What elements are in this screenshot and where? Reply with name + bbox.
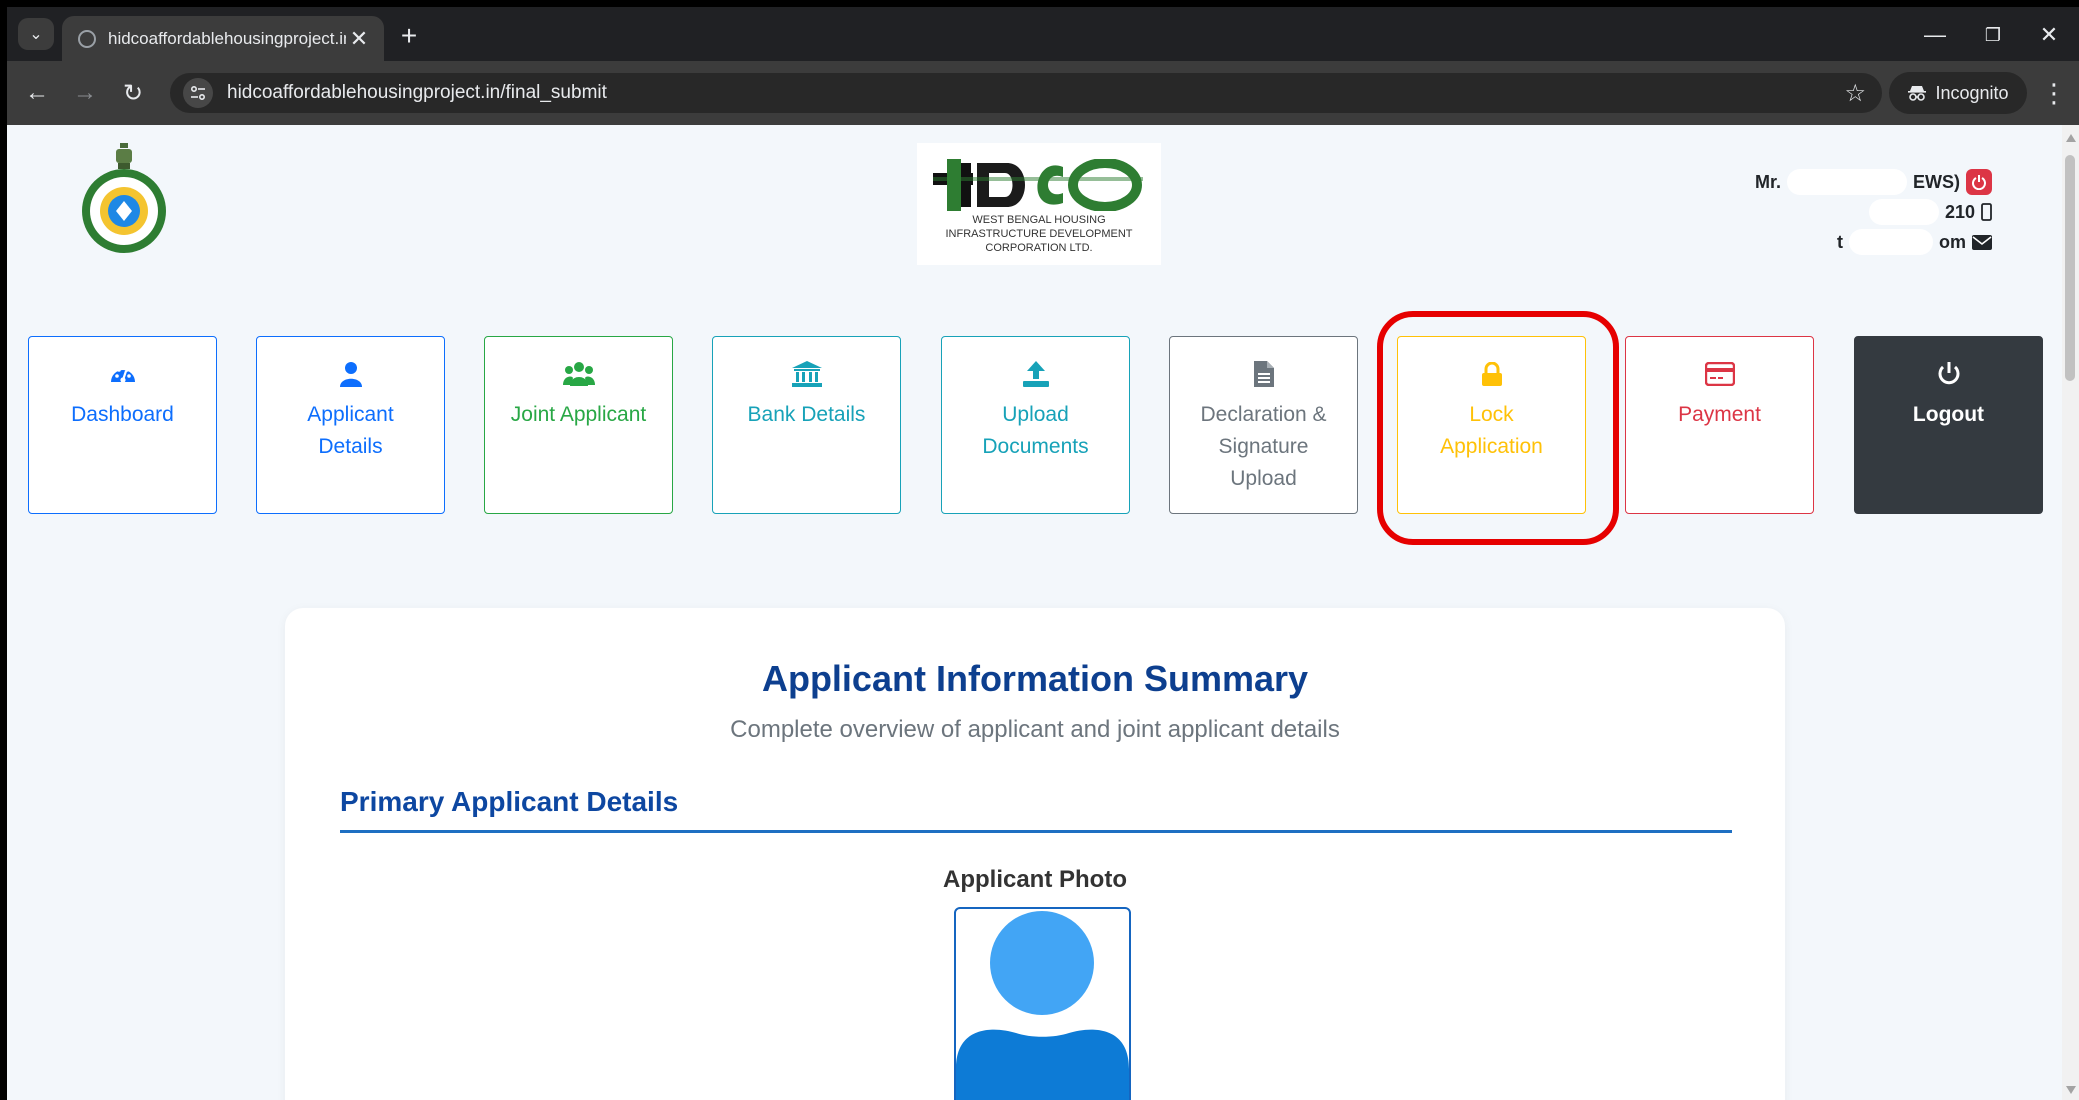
nav-card-label: Payment (1678, 403, 1761, 426)
tab-strip: ⌄ hidcoaffordablehousingproject.in ✕ + —… (7, 7, 2079, 61)
user-email-suffix: om (1939, 232, 1966, 252)
tab-search-button[interactable]: ⌄ (18, 18, 54, 50)
redacted-name (1787, 169, 1907, 195)
address-bar[interactable]: hidcoaffordablehousingproject.in/final_s… (170, 73, 1882, 113)
user-name-line: Mr. EWS) (1755, 167, 1992, 197)
applicant-photo (954, 907, 1131, 1100)
photo-label: Applicant Photo (943, 866, 1127, 893)
browser-menu-button[interactable]: ⋮ (2039, 75, 2069, 111)
redacted-email (1849, 229, 1933, 255)
user-icon (334, 357, 368, 391)
browser-toolbar: ← → ↻ hidcoaffordablehousingproject.in/f… (7, 61, 2079, 125)
nav-card-bank-details[interactable]: Bank Details (712, 336, 901, 514)
users-icon (562, 357, 596, 391)
user-email-prefix: t (1837, 232, 1843, 252)
restore-button[interactable]: ❐ (1973, 19, 2013, 51)
hidco-subtitle-line-2: INFRASTRUCTURE DEVELOPMENT (945, 228, 1133, 240)
nav-card-upload-documents[interactable]: Upload Documents (941, 336, 1130, 514)
nav-card-label: Lock Application (1440, 403, 1543, 458)
nav-card-lock-application[interactable]: Lock Application (1397, 336, 1586, 514)
summary-card: Applicant Information Summary Complete o… (285, 608, 1785, 1100)
globe-icon (78, 29, 96, 48)
user-name-prefix: Mr. (1754, 172, 1781, 192)
nav-card-declaration-signature[interactable]: Declaration & Signature Upload (1169, 336, 1358, 514)
nav-card-label: Applicant Details (307, 403, 394, 458)
incognito-badge[interactable]: Incognito (1889, 72, 2027, 114)
close-window-button[interactable]: ✕ (2029, 19, 2069, 51)
forward-button[interactable]: → (67, 75, 103, 111)
nav-card-label: Dashboard (71, 403, 174, 426)
nav-card-label: Declaration & Signature Upload (1200, 403, 1327, 490)
hidco-wordmark (933, 159, 1143, 211)
browser-tab[interactable]: hidcoaffordablehousingproject.in ✕ (62, 16, 384, 61)
nav-card-dashboard[interactable]: Dashboard (28, 336, 217, 514)
file-icon (1247, 357, 1281, 391)
browser-window: ⌄ hidcoaffordablehousingproject.in ✕ + —… (7, 7, 2079, 1100)
incognito-label: Incognito (1935, 82, 2009, 103)
hidco-subtitle-line-3: CORPORATION LTD. (985, 242, 1093, 254)
west-bengal-emblem-logo (82, 143, 166, 253)
page-subtitle: Complete overview of applicant and joint… (730, 716, 1340, 743)
nav-card-logout[interactable]: Logout (1854, 336, 2043, 514)
bookmark-star-icon[interactable]: ☆ (1844, 79, 1866, 108)
hidco-logo: WEST BENGAL HOUSING INFRASTRUCTURE DEVEL… (917, 143, 1161, 265)
lock-icon (1475, 357, 1509, 391)
dashboard-icon (106, 357, 140, 391)
minimize-button[interactable]: — (1915, 19, 1955, 51)
user-phone-suffix: 210 (1944, 202, 1975, 222)
envelope-icon (1972, 234, 1992, 250)
tab-title: hidcoaffordablehousingproject.in (108, 28, 346, 48)
page-viewport: WEST BENGAL HOUSING INFRASTRUCTURE DEVEL… (7, 125, 2062, 1100)
page-title: Applicant Information Summary (761, 658, 1309, 699)
scroll-down-arrow-icon[interactable] (2066, 1086, 2076, 1094)
user-email-line: t om (1755, 227, 1992, 257)
nav-card-label: Bank Details (747, 403, 866, 426)
new-tab-button[interactable]: + (392, 19, 426, 53)
scrollbar-thumb[interactable] (2065, 155, 2075, 381)
credit-card-icon (1703, 357, 1737, 391)
power-icon[interactable] (1966, 169, 1992, 195)
section-title: Primary Applicant Details (340, 786, 679, 817)
back-button[interactable]: ← (19, 75, 55, 111)
nav-card-label: Logout (1912, 403, 1985, 426)
upload-icon (1019, 357, 1053, 391)
nav-card-payment[interactable]: Payment (1625, 336, 1814, 514)
incognito-icon (1908, 86, 1927, 101)
power-icon (1932, 357, 1966, 391)
section-divider (340, 830, 1732, 833)
redacted-phone (1868, 199, 1939, 225)
hidco-subtitle-line-1: WEST BENGAL HOUSING (972, 214, 1106, 226)
user-name-suffix: EWS) (1913, 172, 1960, 192)
mobile-icon (1981, 203, 1992, 221)
nav-card-applicant-details[interactable]: Applicant Details (256, 336, 445, 514)
tab-close-icon[interactable]: ✕ (346, 26, 372, 52)
scroll-up-arrow-icon[interactable] (2066, 134, 2076, 142)
nav-card-label: Upload Documents (982, 403, 1089, 458)
nav-card-label: Joint Applicant (510, 403, 647, 426)
site-info-icon[interactable] (183, 78, 213, 108)
avatar-placeholder-icon (956, 911, 1129, 1100)
page-scrollbar[interactable] (2062, 125, 2079, 1100)
nav-card-joint-applicant[interactable]: Joint Applicant (484, 336, 673, 514)
user-phone-line: 210 (1755, 197, 1992, 227)
url-text: hidcoaffordablehousingproject.in/final_s… (227, 82, 607, 103)
user-info: Mr. EWS) 210 t om (1755, 167, 1992, 257)
reload-button[interactable]: ↻ (115, 75, 151, 111)
bank-icon (790, 357, 824, 391)
